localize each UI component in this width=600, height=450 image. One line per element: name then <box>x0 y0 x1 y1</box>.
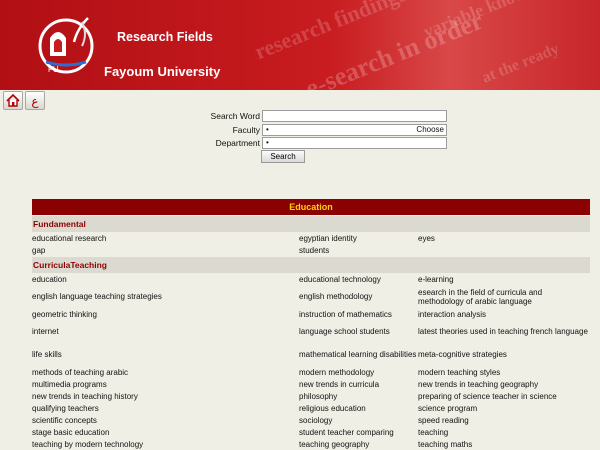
research-field-link[interactable]: student teacher comparing <box>299 428 418 437</box>
search-word-label: Search Word <box>210 111 260 121</box>
research-field-link[interactable]: language school students <box>299 327 418 336</box>
table-row: qualifying teachers religious education sc… <box>32 402 590 414</box>
faculty-label: Faculty <box>232 125 260 135</box>
research-field-link[interactable]: new trends in teaching history <box>32 392 299 401</box>
research-field-link[interactable]: modern methodology <box>299 368 418 377</box>
research-field-link[interactable]: instruction of mathematics <box>299 310 418 319</box>
research-field-link[interactable]: sociology <box>299 416 418 425</box>
table-row: geometric thinking instruction of mathema… <box>32 308 590 320</box>
faculty-choose-link[interactable]: Choose <box>416 125 444 135</box>
faculty-select[interactable]: • Choose <box>262 124 447 136</box>
research-field-link[interactable]: multimedia programs <box>32 380 299 389</box>
faculty-value: • <box>266 125 269 134</box>
research-field-link[interactable]: teaching geography <box>299 440 418 449</box>
category-header: CurriculaTeaching <box>32 257 590 273</box>
category-header: Fundamental <box>32 216 590 232</box>
research-field-link[interactable]: religious education <box>299 404 418 413</box>
research-field-link[interactable]: educational technology <box>299 275 418 284</box>
table-row: multimedia programs new trends in curricu… <box>32 378 590 390</box>
research-field-link[interactable]: qualifying teachers <box>32 404 299 413</box>
research-field-link[interactable]: esearch in the field of curricula and me… <box>418 288 590 306</box>
research-field-link[interactable]: latest theories used in teaching french … <box>418 327 590 336</box>
table-row: stage basic education student teacher com… <box>32 426 590 438</box>
results-faculty-title: Education <box>32 199 590 215</box>
table-row: educational research egyptian identity eye… <box>32 232 590 244</box>
research-field-link[interactable]: scientific concepts <box>32 416 299 425</box>
site-header: research findings e-search in order vari… <box>0 0 600 90</box>
research-field-link[interactable]: meta-cognitive strategies <box>418 350 590 359</box>
table-row: education educational technology e-learnin… <box>32 273 590 285</box>
table-row: scientific concepts sociology speed readin… <box>32 414 590 426</box>
department-select[interactable]: • <box>262 137 447 149</box>
research-field-link[interactable]: internet <box>32 327 299 336</box>
table-row: internet language school students latest t… <box>32 320 590 343</box>
research-field-link[interactable]: philosophy <box>299 392 418 401</box>
research-field-link[interactable]: students <box>299 246 418 255</box>
department-row: Department • <box>0 137 600 149</box>
research-field-link[interactable]: preparing of science teacher in science <box>418 392 590 401</box>
research-field-link[interactable]: english language teaching strategies <box>32 292 299 301</box>
page-title: Research Fields <box>117 30 213 44</box>
research-field-link[interactable]: methods of teaching arabic <box>32 368 299 377</box>
research-field-link[interactable]: geometric thinking <box>32 310 299 319</box>
arabic-language-button[interactable]: ع <box>25 91 45 110</box>
search-word-input[interactable] <box>262 110 447 122</box>
research-field-link[interactable]: speed reading <box>418 416 590 425</box>
search-word-row: Search Word <box>0 110 600 122</box>
table-row: life skills mathematical learning disabil… <box>32 343 590 366</box>
research-field-link[interactable]: egyptian identity <box>299 234 418 243</box>
arabic-language-icon: ع <box>31 93 39 108</box>
home-icon <box>6 94 20 107</box>
research-field-link[interactable]: interaction analysis <box>418 310 590 319</box>
department-label: Department <box>215 138 260 148</box>
research-field-link[interactable]: mathematical learning disabilities <box>299 350 418 359</box>
research-field-link[interactable]: eyes <box>418 234 590 243</box>
research-field-link[interactable]: gap <box>32 246 299 255</box>
research-field-link[interactable]: science program <box>418 404 590 413</box>
search-button[interactable]: Search <box>261 150 305 163</box>
table-row: new trends in teaching history philosophy… <box>32 390 590 402</box>
research-field-link[interactable]: stage basic education <box>32 428 299 437</box>
svg-text:FU: FU <box>48 65 59 74</box>
university-logo-icon: FU <box>38 17 94 74</box>
research-field-link[interactable]: new trends in curricula <box>299 380 418 389</box>
university-name: Fayoum University <box>104 64 221 79</box>
table-row: teaching by modern technology teaching ge… <box>32 438 590 450</box>
research-field-link[interactable]: modern teaching styles <box>418 368 590 377</box>
research-field-link[interactable]: educational research <box>32 234 299 243</box>
department-value: • <box>266 138 269 147</box>
research-field-link[interactable]: education <box>32 275 299 284</box>
research-field-link[interactable]: e-learning <box>418 275 590 284</box>
table-row: gap students <box>32 244 590 256</box>
header-background-decoration: at the ready <box>479 40 562 87</box>
research-field-link[interactable]: english methodology <box>299 292 418 301</box>
faculty-row: Faculty • Choose <box>0 124 600 136</box>
research-field-link[interactable]: teaching by modern technology <box>32 440 299 449</box>
table-row: english language teaching strategies engl… <box>32 285 590 308</box>
research-field-link[interactable]: teaching <box>418 428 590 437</box>
table-row: methods of teaching arabic modern methodo… <box>32 366 590 378</box>
research-field-link[interactable]: new trends in teaching geography <box>418 380 590 389</box>
research-field-link[interactable]: life skills <box>32 350 299 359</box>
home-button[interactable] <box>3 91 23 110</box>
results-table: Education Fundamental educational researc… <box>32 199 590 450</box>
research-field-link[interactable]: teaching maths <box>418 440 590 449</box>
